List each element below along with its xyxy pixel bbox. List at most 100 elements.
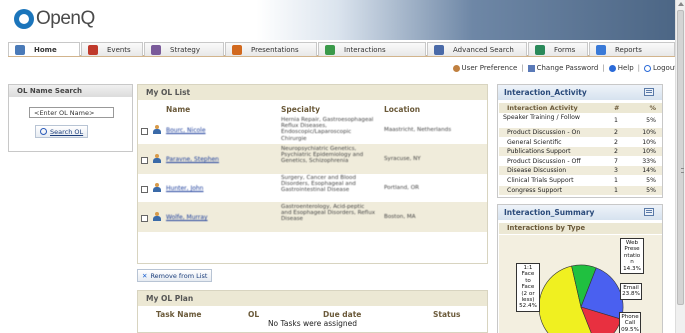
ol-location: Syracuse, NY bbox=[384, 156, 421, 162]
vertical-scrollbar[interactable] bbox=[675, 0, 685, 333]
activity-count: 2 bbox=[614, 129, 618, 136]
interaction-summary-panel: Interaction_Summary Interactions by Type… bbox=[497, 204, 663, 333]
tab-label: Reports bbox=[615, 45, 642, 54]
activity-pct: 14% bbox=[642, 167, 656, 175]
ol-name-link[interactable]: Paravne, Stephen bbox=[166, 156, 219, 163]
table-view-icon[interactable] bbox=[644, 208, 654, 216]
remove-from-list-button[interactable]: ✕ Remove from List bbox=[137, 269, 213, 282]
tab-interactions[interactable]: Interactions bbox=[318, 42, 426, 56]
tab-advanced-search[interactable]: Advanced Search bbox=[427, 42, 527, 56]
activity-name: Congress Support bbox=[507, 186, 563, 194]
activity-name: Clinical Trials Support bbox=[507, 177, 574, 184]
ol-name-link[interactable]: Bourc, Nicole bbox=[166, 127, 206, 134]
user-search-icon bbox=[434, 44, 444, 55]
person-icon bbox=[153, 183, 161, 192]
ol-specialty: Surgery, Cancer and Blood Disorders, Eso… bbox=[281, 175, 357, 194]
scroll-thumb[interactable] bbox=[677, 10, 684, 305]
row-checkbox[interactable] bbox=[141, 157, 148, 164]
activity-count: 1 bbox=[614, 177, 618, 184]
tab-label: Advanced Search bbox=[453, 45, 514, 54]
pie-data-label: Phone Call 09.5% bbox=[619, 312, 641, 333]
activity-row: Speaker Training / Follow 1 5% bbox=[499, 114, 662, 128]
user-preference-link[interactable]: User Preference bbox=[452, 64, 517, 72]
activity-row: Product Discussion - Off 7 33% bbox=[499, 157, 662, 166]
tab-label: Interactions bbox=[344, 45, 386, 54]
tab-forms[interactable]: Forms bbox=[528, 42, 588, 56]
activity-row: Clinical Trials Support 1 5% bbox=[499, 176, 662, 185]
separator: | bbox=[637, 64, 641, 72]
ol-name-input[interactable] bbox=[29, 107, 114, 118]
tab-strategy[interactable]: Strategy bbox=[144, 42, 224, 56]
globe-icon bbox=[596, 44, 606, 55]
logo-text: OpenQ bbox=[36, 8, 95, 29]
chart-icon bbox=[151, 44, 161, 55]
activity-count: 7 bbox=[614, 157, 618, 165]
activity-pct: 5% bbox=[646, 177, 656, 184]
user-preference-icon bbox=[452, 64, 460, 72]
activity-row: Disease Discussion 3 14% bbox=[499, 166, 662, 176]
row-checkbox[interactable] bbox=[141, 186, 148, 193]
ol-location: Maastricht, Netherlands bbox=[384, 127, 452, 133]
tab-home[interactable]: Home bbox=[8, 42, 80, 56]
pie-data-label: Email 23.8% bbox=[620, 283, 642, 300]
ol-row: Hunter, John Surgery, Cancer and Blood Di… bbox=[138, 173, 487, 203]
activity-row: Product Discussion - On 2 10% bbox=[499, 128, 662, 137]
interaction-activity-panel: Interaction_Activity Interaction Activit… bbox=[497, 84, 663, 198]
activity-name: General Scientific bbox=[507, 138, 562, 146]
tab-presentations[interactable]: Presentations bbox=[225, 42, 317, 56]
change-password-link[interactable]: Change Password bbox=[527, 64, 598, 72]
ol-search-panel: OL Name Search Search OL bbox=[8, 84, 133, 152]
activity-name: Disease Discussion bbox=[507, 167, 567, 175]
row-checkbox[interactable] bbox=[141, 128, 148, 135]
tab-label: Forms bbox=[554, 45, 576, 54]
tab-events[interactable]: Events bbox=[81, 42, 143, 56]
activity-name: Publications Support bbox=[507, 148, 571, 156]
password-icon bbox=[527, 64, 535, 72]
pie-data-label: Web Prese ntatio n 14.3% bbox=[620, 238, 644, 275]
main-tabs: Home Events Strategy Presentations Interacti… bbox=[8, 42, 675, 57]
activity-name: Speaker Training / Follow bbox=[503, 114, 580, 121]
person-icon bbox=[153, 125, 161, 134]
activity-pct: 10% bbox=[642, 129, 656, 136]
separator: | bbox=[521, 64, 524, 72]
help-link[interactable]: Help bbox=[608, 64, 634, 72]
ol-row: Bourc, Nicole Hernia Repair, Gastroesopha… bbox=[138, 115, 487, 145]
scroll-grip bbox=[681, 168, 684, 173]
activity-row: General Scientific 2 10% bbox=[499, 138, 662, 147]
col-header-name: Name bbox=[166, 105, 191, 114]
ol-search-title: OL Name Search bbox=[9, 85, 132, 97]
person-icon bbox=[153, 212, 161, 221]
activity-pct: 5% bbox=[646, 186, 656, 194]
logout-link[interactable]: Logout bbox=[644, 64, 677, 72]
no-tasks-message: No Tasks were assigned bbox=[267, 319, 358, 328]
activity-pct: 5% bbox=[646, 117, 656, 124]
separator: | bbox=[602, 64, 605, 72]
activity-name: Product Discussion - On bbox=[507, 129, 581, 136]
form-icon bbox=[535, 44, 545, 55]
col-header-specialty: Specialty bbox=[281, 105, 320, 114]
scroll-up-arrow[interactable] bbox=[678, 2, 684, 6]
activity-pct: 10% bbox=[642, 138, 656, 146]
calendar-icon bbox=[88, 44, 98, 55]
ol-specialty: Neuropsychiatric Genetics, Psychiatric E… bbox=[281, 146, 364, 165]
activity-count: 3 bbox=[614, 167, 618, 175]
ol-location: Portland, OR bbox=[384, 185, 420, 191]
ol-name-link[interactable]: Hunter, John bbox=[166, 185, 204, 192]
search-ol-button[interactable]: Search OL bbox=[35, 125, 89, 138]
my-ol-list-title: My OL List bbox=[138, 85, 487, 100]
plan-col-task: Task Name bbox=[156, 310, 202, 319]
my-ol-list-panel: My OL List Name Specialty Location Bourc… bbox=[137, 84, 488, 264]
interaction-summary-title: Interaction_Summary bbox=[498, 205, 662, 220]
openq-logo[interactable]: OpenQ bbox=[14, 8, 95, 30]
my-ol-plan-panel: My OL Plan Task Name OL Due date Status … bbox=[137, 290, 488, 333]
row-checkbox[interactable] bbox=[141, 215, 148, 222]
remove-icon: ✕ bbox=[142, 271, 148, 280]
ol-name-link[interactable]: Wolfe, Murray bbox=[166, 214, 208, 221]
tab-reports[interactable]: Reports bbox=[589, 42, 675, 56]
ol-row: Paravne, Stephen Neuropsychiatric Genetic… bbox=[138, 144, 487, 174]
table-view-icon[interactable] bbox=[644, 88, 654, 96]
activity-row: Congress Support 1 5% bbox=[499, 185, 662, 195]
openq-logo-icon bbox=[14, 9, 34, 29]
help-icon bbox=[608, 64, 616, 72]
home-icon bbox=[15, 44, 25, 55]
